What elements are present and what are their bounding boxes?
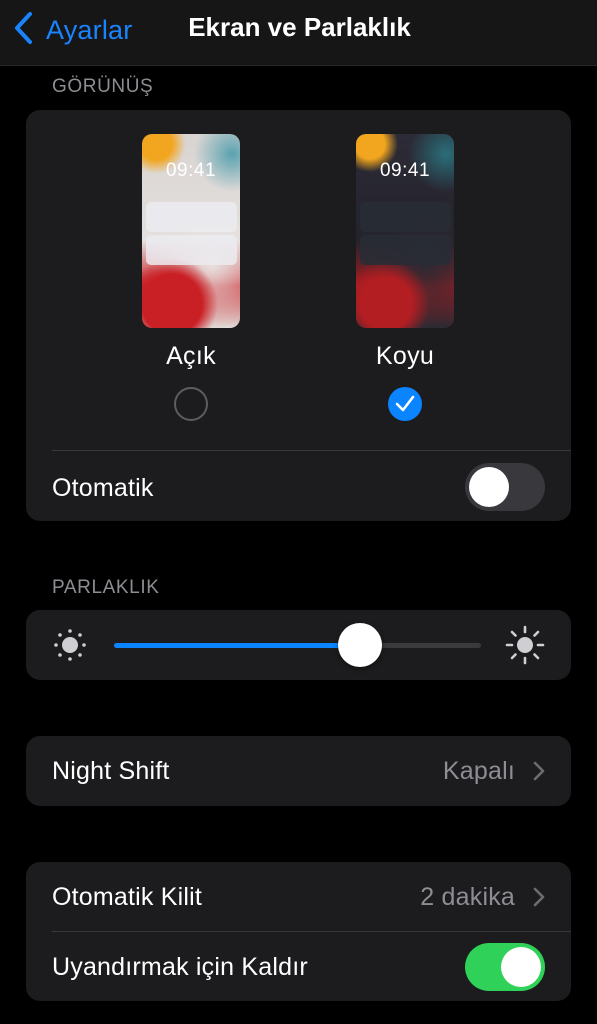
- brightness-section-header: PARLAKLIK: [52, 577, 160, 598]
- light-mode-label: Açık: [166, 342, 216, 370]
- light-mode-radio[interactable]: [174, 387, 208, 421]
- divider: [52, 931, 571, 932]
- appearance-card: 09:41 Açık 09:41 Koyu Otomatik: [26, 110, 571, 521]
- night-shift-label: Night Shift: [52, 757, 170, 785]
- chevron-right-icon: [533, 761, 545, 786]
- toggle-knob: [501, 947, 541, 987]
- brightness-slider-thumb[interactable]: [337, 623, 382, 667]
- divider: [52, 450, 571, 451]
- page-title: Ekran ve Parlaklık: [188, 12, 411, 42]
- brightness-slider[interactable]: [114, 623, 481, 667]
- sun-low-icon: [52, 627, 88, 668]
- light-preview-time: 09:41: [165, 160, 217, 181]
- brightness-slider-fill: [114, 643, 360, 648]
- sun-high-icon: [505, 625, 545, 670]
- automatic-label: Otomatik: [52, 474, 154, 502]
- auto-lock-label: Otomatik Kilit: [52, 883, 203, 911]
- light-preview-notification: [146, 202, 237, 232]
- appearance-section-header: GÖRÜNÜŞ: [52, 76, 154, 97]
- raise-to-wake-label: Uyandırmak için Kaldır: [52, 953, 308, 981]
- dark-preview-notification: [360, 202, 451, 232]
- night-shift-row[interactable]: Night Shift Kapalı: [26, 736, 571, 806]
- raise-to-wake-toggle[interactable]: [465, 943, 545, 991]
- auto-lock-row[interactable]: Otomatik Kilit 2 dakika: [26, 862, 571, 931]
- auto-lock-value: 2 dakika: [420, 883, 515, 911]
- dark-mode-label: Koyu: [375, 342, 435, 370]
- light-mode-option[interactable]: 09:41 Açık: [121, 134, 261, 421]
- chevron-right-icon: [533, 887, 545, 912]
- light-preview-notification: [146, 235, 237, 265]
- brightness-card: [26, 610, 571, 680]
- light-mode-preview[interactable]: 09:41: [142, 134, 240, 328]
- automatic-toggle[interactable]: [465, 463, 545, 511]
- dark-mode-preview[interactable]: 09:41: [356, 134, 454, 328]
- navigation-bar: Ayarlar Ekran ve Parlaklık: [0, 0, 597, 66]
- dark-mode-radio[interactable]: [388, 387, 422, 421]
- dark-preview-time: 09:41: [379, 160, 431, 181]
- dark-mode-option[interactable]: 09:41 Koyu: [335, 134, 475, 421]
- lock-settings-card: Otomatik Kilit 2 dakika Uyandırmak için …: [26, 862, 571, 1001]
- toggle-knob: [469, 467, 509, 507]
- night-shift-value: Kapalı: [442, 757, 515, 785]
- dark-preview-notification: [360, 235, 451, 265]
